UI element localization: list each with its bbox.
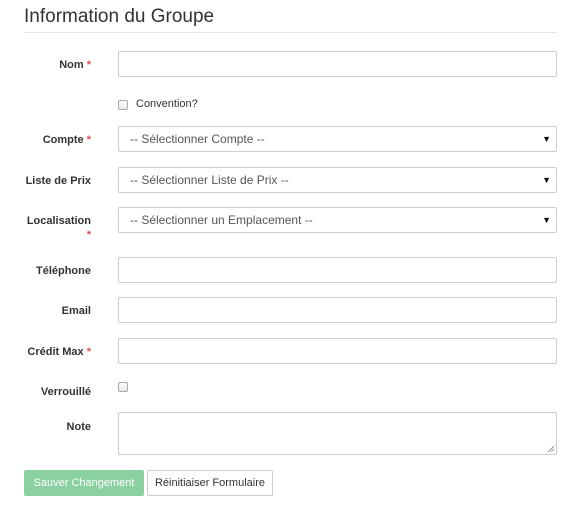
convention-label: Convention?	[136, 98, 198, 110]
resize-handle-icon[interactable]	[547, 445, 555, 453]
nom-label-text: Nom	[59, 59, 84, 71]
credit-max-label-text: Crédit Max	[27, 346, 84, 358]
chevron-down-icon: ▼	[542, 134, 551, 144]
nom-input[interactable]	[118, 51, 557, 77]
email-input[interactable]	[118, 297, 557, 323]
liste-prix-select[interactable]: -- Sélectionner Liste de Prix -- ▼	[118, 167, 557, 193]
convention-checkbox[interactable]	[118, 100, 128, 110]
liste-prix-label: Liste de Prix	[0, 174, 91, 188]
verrouille-checkbox[interactable]	[118, 382, 128, 392]
liste-prix-select-value: -- Sélectionner Liste de Prix --	[130, 173, 289, 187]
credit-max-input[interactable]	[118, 338, 557, 364]
email-label: Email	[61, 305, 91, 317]
required-marker: *	[86, 59, 91, 71]
localisation-label-text: Localisation	[26, 215, 91, 227]
required-marker: *	[86, 346, 91, 358]
compte-select-value: -- Sélectionner Compte --	[130, 132, 265, 146]
required-marker: *	[86, 229, 91, 241]
chevron-down-icon: ▼	[542, 175, 551, 185]
telephone-input[interactable]	[118, 257, 557, 283]
page-title: Information du Groupe	[24, 6, 215, 27]
chevron-down-icon: ▼	[542, 215, 551, 225]
save-button[interactable]: Sauver Changement	[24, 470, 144, 496]
telephone-label: Téléphone	[35, 265, 91, 277]
localisation-label: Localisation *	[0, 214, 91, 242]
liste-prix-label-text: Liste de Prix	[25, 175, 91, 187]
nom-label: Nom *	[0, 58, 91, 72]
compte-select[interactable]: -- Sélectionner Compte -- ▼	[118, 126, 557, 152]
compte-label-text: Compte	[42, 134, 84, 146]
note-textarea[interactable]	[118, 412, 557, 455]
credit-max-label: Crédit Max *	[0, 345, 91, 359]
verrouille-label: Verrouillé	[40, 386, 91, 398]
reset-button[interactable]: Réinitiaiser Formulaire	[147, 470, 273, 496]
required-marker: *	[86, 134, 91, 146]
localisation-select-value: -- Sélectionner un Emplacement --	[130, 213, 313, 227]
localisation-select[interactable]: -- Sélectionner un Emplacement -- ▼	[118, 207, 557, 233]
compte-label: Compte *	[0, 133, 91, 147]
title-divider	[24, 32, 557, 33]
note-label: Note	[66, 421, 91, 433]
